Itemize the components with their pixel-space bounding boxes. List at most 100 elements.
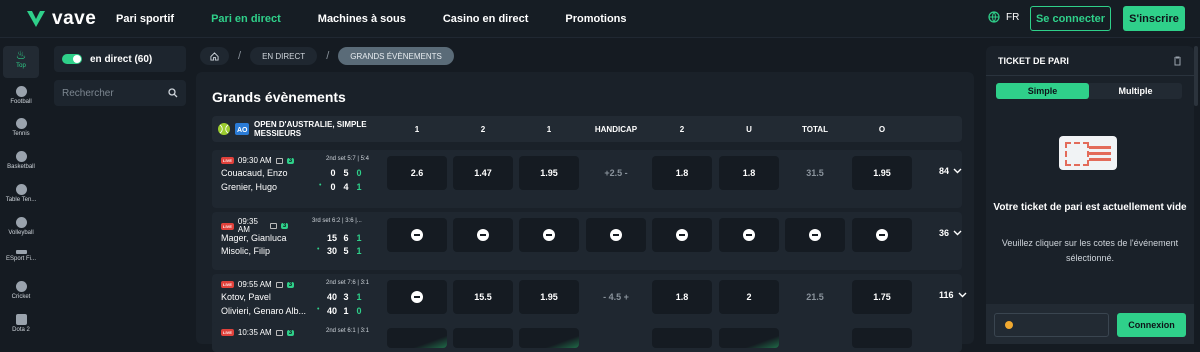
nav-pari-en-direct[interactable]: Pari en direct	[211, 13, 281, 25]
language-selector[interactable]: FR	[988, 11, 1019, 23]
player-name: Couacaud, Enzo	[221, 168, 288, 178]
bet-type-tabs: Simple Multiple	[996, 83, 1182, 99]
lock-icon	[477, 229, 489, 241]
nav-promotions[interactable]: Promotions	[565, 13, 626, 25]
live-badge: LIVE	[221, 157, 234, 164]
odds-locked	[719, 218, 779, 252]
chevron-down-icon	[953, 168, 962, 174]
tennis-ball-icon	[218, 123, 230, 135]
tab-multiple[interactable]: Multiple	[1089, 83, 1182, 99]
odds-button[interactable]	[652, 328, 712, 348]
odds-button[interactable]: 1.95	[519, 156, 579, 190]
toggle-switch[interactable]	[62, 54, 82, 64]
login-button[interactable]: Se connecter	[1030, 6, 1111, 31]
sport-dota2[interactable]: Dota 2	[3, 314, 39, 333]
odds-button[interactable]: 1.75	[852, 280, 912, 314]
main-nav: Pari sportif Pari en direct Machines à s…	[116, 0, 664, 38]
bet-slip-header: TICKET DE PARI	[986, 46, 1194, 76]
sport-top[interactable]: ♨ Top	[3, 46, 39, 78]
more-markets-button[interactable]: 116	[939, 290, 967, 300]
odds-button[interactable]	[719, 328, 779, 348]
logo[interactable]: vave	[26, 8, 96, 30]
fire-icon: ♨	[15, 48, 27, 62]
more-markets-button[interactable]: 84	[939, 166, 962, 176]
score: 40	[326, 306, 337, 316]
odds-button[interactable]: 1.8	[652, 156, 712, 190]
score: 4	[343, 182, 349, 192]
match-row[interactable]: LIVE 10:35 AM 3 2nd set 6:1 | 3:1	[212, 322, 962, 352]
search-input[interactable]: Rechercher	[54, 80, 186, 106]
set-score: 2nd set 7:6 | 3:1	[326, 280, 369, 286]
sport-basketball[interactable]: Basketball	[3, 151, 39, 170]
breadcrumb-en-direct[interactable]: EN DIRECT	[250, 47, 318, 65]
live-badge: LIVE	[221, 222, 234, 230]
nav-casino-en-direct[interactable]: Casino en direct	[443, 13, 529, 25]
breadcrumb-home[interactable]	[200, 47, 229, 65]
match-time: LIVE 10:35 AM 3	[221, 328, 295, 337]
odds-button[interactable]: 1.95	[519, 280, 579, 314]
odds-button[interactable]: 1.95	[852, 156, 912, 190]
page-title: Grands évènements	[212, 89, 346, 105]
trash-icon[interactable]	[1173, 56, 1182, 66]
live-badge: LIVE	[221, 281, 234, 288]
globe-icon	[988, 11, 1000, 23]
serve-indicator: •	[317, 246, 320, 253]
odds-button[interactable]	[387, 328, 447, 348]
sports-sidebar: ♨ Top Football Tennis Basketball Table Te…	[0, 38, 42, 344]
odds-button[interactable]: 15.5	[453, 280, 513, 314]
filter-panel: en direct (60) Rechercher	[54, 46, 186, 106]
nav-pari-sportif[interactable]: Pari sportif	[116, 13, 174, 25]
odds-locked	[586, 218, 646, 252]
sport-table-tennis[interactable]: Table Ten...	[3, 184, 39, 203]
sport-volleyball[interactable]: Volleyball	[3, 217, 39, 236]
tv-icon	[275, 329, 283, 336]
odds-button[interactable]: 1.47	[453, 156, 513, 190]
connexion-button[interactable]: Connexion	[1117, 313, 1186, 337]
signup-button[interactable]: S'inscrire	[1123, 6, 1185, 31]
odds-button[interactable]	[453, 328, 513, 348]
odds-button[interactable]: 2	[719, 280, 779, 314]
odds-button[interactable]: 2.6	[387, 156, 447, 190]
events-panel: Grands évènements AO OPEN D'AUSTRALIE, S…	[196, 72, 974, 352]
live-toggle[interactable]: en direct (60)	[54, 46, 186, 72]
dota2-icon	[15, 314, 27, 325]
lock-icon	[743, 229, 755, 241]
score: 30	[326, 246, 337, 256]
volleyball-icon	[15, 217, 27, 228]
score: 1	[356, 292, 362, 302]
sport-football[interactable]: Football	[3, 86, 39, 105]
sport-cricket[interactable]: Cricket	[3, 281, 39, 300]
odds-button[interactable]	[852, 328, 912, 348]
odds-locked	[387, 280, 447, 314]
odds-button[interactable]: 1.8	[719, 156, 779, 190]
sport-tennis[interactable]: Tennis	[3, 118, 39, 137]
match-row[interactable]: LIVE 09:35 AM 3 3rd set 6:2 | 3:6 |... Mag…	[212, 212, 962, 270]
odds-locked	[519, 218, 579, 252]
lock-icon	[809, 229, 821, 241]
football-icon	[15, 86, 27, 97]
odds-button[interactable]: 1.8	[652, 280, 712, 314]
tab-simple[interactable]: Simple	[996, 83, 1089, 99]
search-placeholder: Rechercher	[62, 87, 114, 99]
breadcrumb-grands-evenements[interactable]: GRANDS ÉVÈNEMENTS	[338, 47, 454, 65]
tennis-icon	[15, 118, 27, 129]
handicap-value: - 4.5 +	[603, 292, 629, 302]
score: 0	[356, 306, 362, 316]
stake-input[interactable]	[994, 313, 1109, 337]
sport-esport[interactable]: ESport Fi...	[3, 250, 39, 262]
more-markets-button[interactable]: 36	[939, 228, 962, 238]
odds-button[interactable]	[519, 328, 579, 348]
scrollbar[interactable]	[1194, 46, 1198, 106]
match-row[interactable]: LIVE 09:30 AM 3 2nd set 5:7 | 5:4 Couacaud…	[212, 150, 962, 208]
odds-locked	[785, 218, 845, 252]
player-name: Mager, Gianluca	[221, 233, 287, 243]
tournament-header: AO OPEN D'AUSTRALIE, SIMPLE MESSIEURS 1 …	[212, 116, 962, 142]
nav-machines-a-sous[interactable]: Machines à sous	[318, 13, 406, 25]
tournament-name: OPEN D'AUSTRALIE, SIMPLE MESSIEURS	[254, 120, 367, 138]
bet-slip-title: TICKET DE PARI	[998, 55, 1069, 66]
lock-icon	[543, 229, 555, 241]
breadcrumb: / EN DIRECT / GRANDS ÉVÈNEMENTS	[200, 46, 454, 66]
search-icon[interactable]	[168, 88, 178, 98]
svg-text:AO: AO	[237, 127, 248, 134]
column-header: O	[878, 124, 886, 134]
